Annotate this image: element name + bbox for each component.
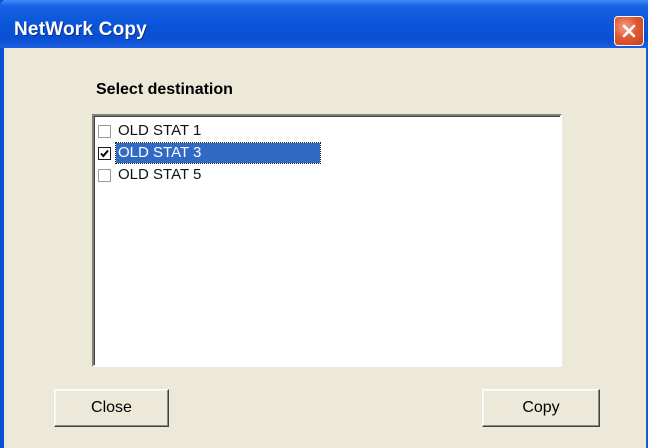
checkbox-old-stat-3[interactable] bbox=[98, 146, 111, 160]
list-item-label: OLD STAT 5 bbox=[118, 166, 202, 183]
list-item-old-stat-3[interactable]: OLD STAT 3 bbox=[98, 142, 321, 164]
copy-button[interactable]: Copy bbox=[482, 389, 600, 427]
checkmark-icon bbox=[100, 149, 109, 158]
list-item-old-stat-5[interactable]: OLD STAT 5 bbox=[98, 164, 205, 186]
select-destination-label: Select destination bbox=[96, 81, 233, 98]
close-x-icon bbox=[621, 23, 637, 39]
network-copy-dialog: NetWork Copy Select destination OLD STAT… bbox=[0, 0, 648, 448]
list-item-label: OLD STAT 1 bbox=[118, 122, 202, 139]
checkbox-old-stat-1[interactable] bbox=[98, 124, 111, 138]
list-item-label-selected: OLD STAT 3 bbox=[115, 142, 321, 164]
window-title: NetWork Copy bbox=[14, 19, 147, 40]
close-button[interactable]: Close bbox=[54, 389, 169, 427]
list-item-old-stat-1[interactable]: OLD STAT 1 bbox=[98, 120, 205, 142]
destination-listbox[interactable]: OLD STAT 1 OLD STAT 3 OLD STAT 5 bbox=[92, 114, 562, 367]
window-close-button[interactable] bbox=[614, 16, 644, 46]
checkbox-old-stat-5[interactable] bbox=[98, 168, 111, 182]
title-bar[interactable]: NetWork Copy bbox=[0, 0, 648, 48]
